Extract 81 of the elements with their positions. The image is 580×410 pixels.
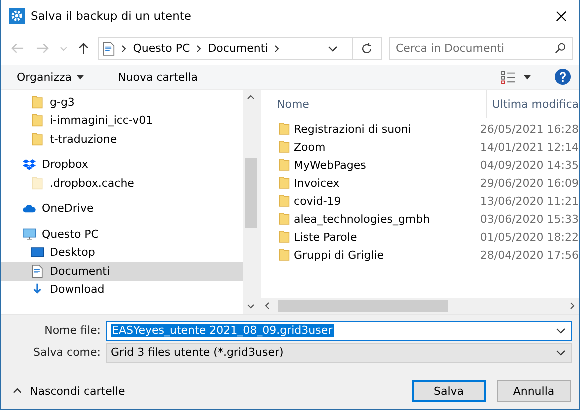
chevron-right-icon [121, 44, 128, 52]
document-icon [31, 264, 44, 278]
nav-item[interactable]: t-traduzione [1, 130, 243, 148]
breadcrumb-item[interactable]: Documenti [208, 42, 268, 55]
modified-date: 26/05/2021 16:28 [480, 122, 579, 136]
field-label: Salva come: [32, 346, 102, 359]
chevron-up-icon [13, 388, 22, 394]
chevron-right-icon [196, 44, 202, 52]
refresh-icon[interactable] [361, 42, 373, 54]
download-arrow-icon [31, 283, 44, 296]
chevron-down-icon [556, 350, 566, 356]
nav-item[interactable]: Documenti [1, 262, 243, 280]
chevron-right-icon [274, 44, 280, 52]
modified-date: 13/06/2020 11:21 [480, 194, 579, 208]
file-name[interactable]: alea_technologies_gmbh [294, 212, 480, 226]
nav-item[interactable]: Dropbox [1, 156, 243, 174]
cloud-icon [23, 202, 36, 216]
document-icon [103, 42, 116, 56]
field-label: Nome file: [44, 324, 102, 337]
help-icon[interactable] [555, 69, 571, 85]
search-field[interactable]: Cerca in Documenti [389, 37, 573, 60]
column-header[interactable]: Nome [261, 98, 486, 110]
window-title: Salva il backup di un utente [31, 9, 192, 23]
folder-icon [279, 176, 290, 190]
folder-icon [279, 158, 290, 172]
desktop-icon [31, 246, 44, 260]
modified-date: 03/06/2020 15:33 [480, 212, 579, 226]
nav-item[interactable]: .dropbox.cache [1, 174, 243, 192]
toolbar-button[interactable]: Nuova cartella [110, 68, 206, 86]
folder-icon [279, 194, 290, 208]
file-name[interactable]: MyWebPages [294, 158, 480, 172]
file-name[interactable]: Gruppi di Griglie [294, 248, 480, 262]
view-list-icon[interactable] [501, 70, 516, 84]
nav-item[interactable]: Download [1, 280, 243, 299]
scrollbar-thumb[interactable] [245, 158, 257, 228]
folder-icon [279, 248, 290, 262]
folder-icon [279, 230, 290, 244]
file-name[interactable]: Registrazioni di suoni [294, 122, 480, 136]
chevron-down-icon[interactable] [247, 304, 255, 309]
nav-item[interactable]: OneDrive [1, 200, 243, 218]
modified-date: 01/05/2020 18:22 [480, 230, 579, 244]
caret-icon[interactable] [524, 74, 531, 80]
modified-date: 04/09/2020 14:35 [480, 158, 579, 172]
save-button[interactable]: Salva [412, 380, 486, 402]
toolbar-button[interactable]: Organizza [9, 68, 92, 86]
scrollbar[interactable] [243, 90, 259, 314]
modified-date: 28/04/2020 17:56 [480, 248, 579, 262]
file-type-dropdown[interactable]: Grid 3 files utente (*.grid3user) [106, 342, 572, 362]
caret-icon [77, 74, 84, 80]
monitor-icon [23, 228, 36, 241]
file-name[interactable]: Invoicex [294, 176, 480, 190]
file-name[interactable]: Zoom [294, 140, 480, 154]
hide-folders-toggle[interactable]: Nascondi cartelle [13, 384, 126, 398]
modified-date: 29/06/2020 16:09 [480, 176, 579, 190]
close-icon[interactable] [556, 10, 567, 22]
folder-icon [279, 212, 290, 226]
chevron-right-icon[interactable] [570, 302, 575, 310]
folder-icon [279, 122, 290, 136]
folder-icon [279, 140, 290, 154]
scrollbar[interactable] [261, 298, 579, 314]
modified-date: 14/01/2021 12:14 [480, 140, 579, 154]
scrollbar-thumb[interactable] [278, 300, 448, 312]
nav-item[interactable]: g-g3 [1, 93, 243, 112]
chevron-down-icon[interactable] [556, 328, 566, 334]
up-arrow-icon[interactable] [76, 42, 90, 55]
breadcrumb-item[interactable]: Questo PC [133, 42, 190, 55]
box-icon [23, 158, 36, 172]
cancel-button[interactable]: Annulla [497, 380, 571, 402]
chevron-left-icon[interactable] [265, 302, 270, 310]
address-bar[interactable]: Questo PC Documenti [98, 37, 382, 60]
column-header[interactable]: Ultima modifica [486, 90, 579, 118]
file-name[interactable]: Liste Parole [294, 230, 480, 244]
nav-item[interactable]: i-immagini_icc-v01 [1, 112, 243, 130]
gear-icon [9, 8, 25, 24]
file-name[interactable]: covid-19 [294, 194, 480, 208]
chevron-down-icon[interactable] [328, 46, 338, 52]
nav-item[interactable]: Questo PC [1, 225, 243, 244]
filename-field[interactable]: EASYeyes_utente 2021_08_09.grid3user [106, 320, 572, 340]
search-icon [555, 43, 566, 54]
nav-item[interactable]: Desktop [1, 244, 243, 262]
chevron-up-icon[interactable] [247, 95, 255, 100]
